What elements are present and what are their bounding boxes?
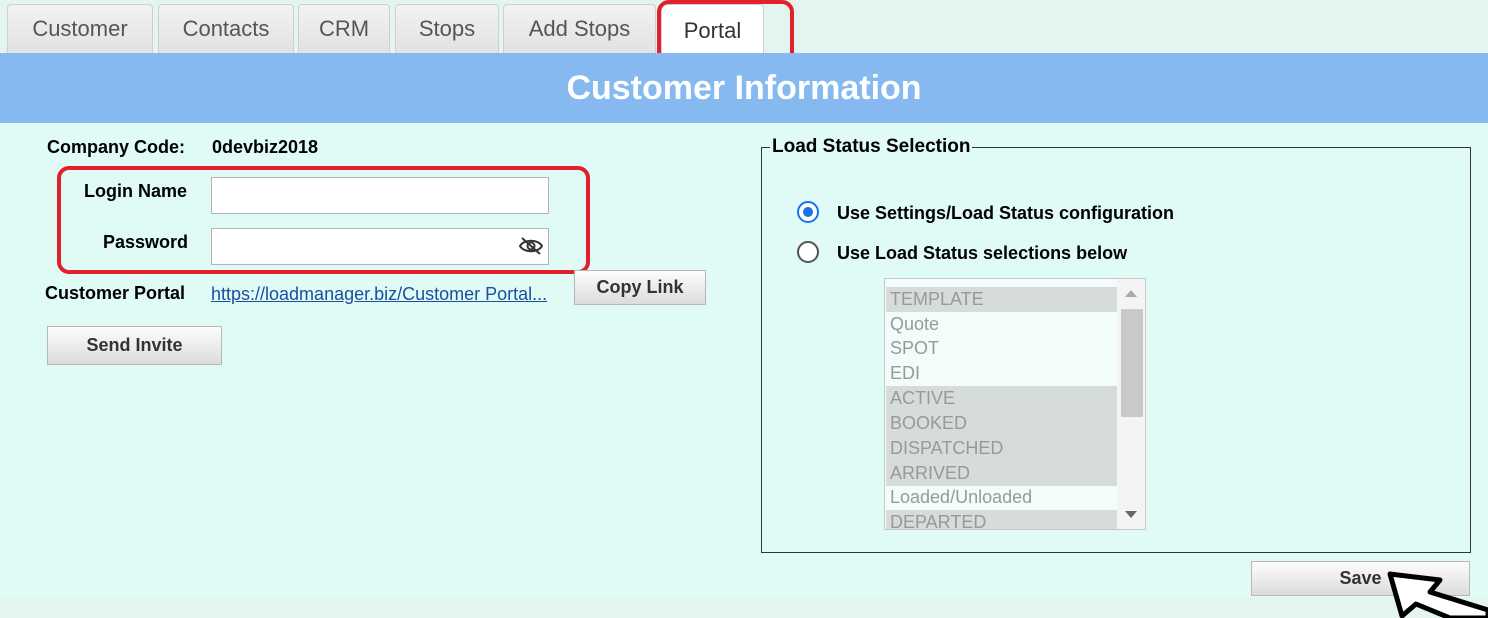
- list-item[interactable]: Quote: [886, 312, 1118, 337]
- copy-link-button[interactable]: Copy Link: [574, 270, 706, 305]
- radio-use-settings[interactable]: [797, 201, 819, 223]
- login-name-label: Login Name: [84, 181, 188, 201]
- customer-portal-label: Customer Portal: [45, 283, 186, 303]
- list-item[interactable]: ACTIVE: [886, 386, 1118, 411]
- list-item[interactable]: ARRIVED: [886, 461, 1118, 486]
- customer-portal-link[interactable]: https://loadmanager.biz/Customer Portal.…: [211, 284, 547, 305]
- list-item[interactable]: SPOT: [886, 336, 1118, 361]
- tab-add-stops[interactable]: Add Stops: [503, 4, 656, 53]
- password-field[interactable]: [211, 228, 549, 265]
- scroll-up-icon[interactable]: [1125, 290, 1137, 297]
- list-item[interactable]: BOOKED: [886, 411, 1118, 436]
- login-name-field[interactable]: [211, 177, 549, 214]
- scrollbar-thumb[interactable]: [1121, 309, 1143, 417]
- page-title: Customer Information: [0, 53, 1488, 123]
- scroll-down-icon[interactable]: [1125, 511, 1137, 518]
- radio-use-settings-label[interactable]: Use Settings/Load Status configuration: [837, 203, 1174, 224]
- list-item[interactable]: TEMPLATE: [886, 287, 1118, 312]
- radio-use-selections[interactable]: [797, 241, 819, 263]
- tab-contacts[interactable]: Contacts: [158, 4, 294, 53]
- listbox-scrollbar[interactable]: [1117, 279, 1145, 529]
- load-status-listbox[interactable]: TEMPLATE Quote SPOT EDI ACTIVE BOOKED DI…: [884, 278, 1146, 530]
- list-item[interactable]: DISPATCHED: [886, 436, 1118, 461]
- tab-portal[interactable]: Portal: [661, 4, 764, 56]
- list-item[interactable]: Loaded/Unloaded: [886, 485, 1118, 510]
- company-code-value: 0devbiz2018: [212, 137, 319, 157]
- radio-use-selections-label[interactable]: Use Load Status selections below: [837, 243, 1127, 264]
- tab-bar: Customer Contacts CRM Stops Add Stops Po…: [0, 0, 1488, 56]
- send-invite-button[interactable]: Send Invite: [47, 326, 222, 365]
- mouse-pointer-icon: [1387, 571, 1488, 618]
- tab-crm[interactable]: CRM: [298, 4, 390, 53]
- list-item[interactable]: DEPARTED: [886, 510, 1118, 529]
- company-code-label: Company Code:: [47, 137, 186, 157]
- tab-customer[interactable]: Customer: [7, 4, 153, 53]
- password-label: Password: [103, 232, 189, 252]
- tab-stops[interactable]: Stops: [395, 4, 499, 53]
- list-item[interactable]: EDI: [886, 361, 1118, 386]
- eye-slash-icon[interactable]: [518, 236, 544, 256]
- bottom-strip: [0, 598, 1488, 618]
- load-status-legend: Load Status Selection: [770, 136, 973, 158]
